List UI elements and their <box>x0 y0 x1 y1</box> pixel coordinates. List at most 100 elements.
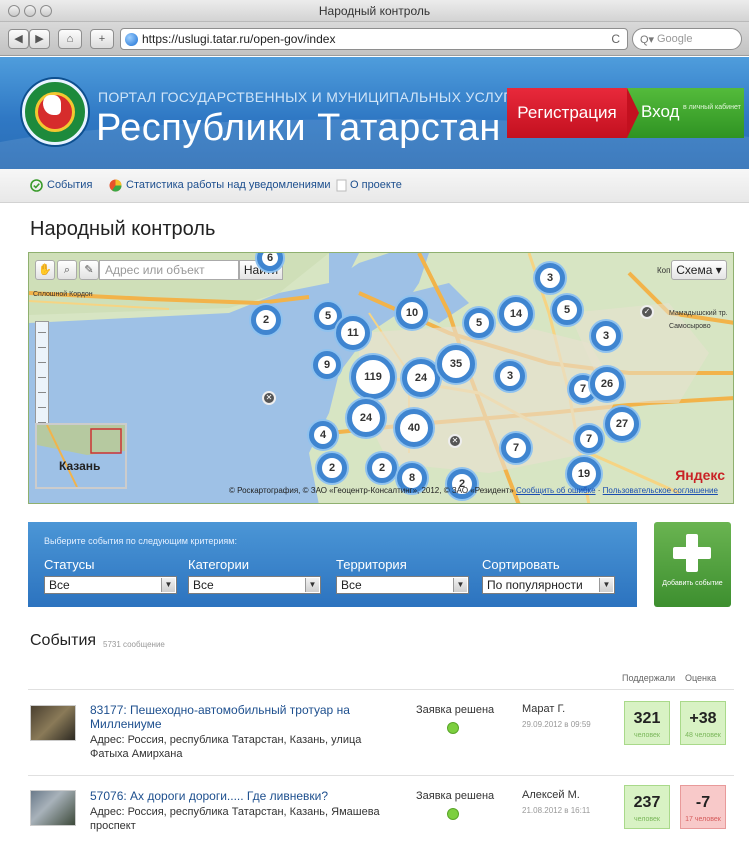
map-place-label: Сплошной Кордон <box>33 291 93 298</box>
add-event-button[interactable]: Добавить событие <box>654 522 731 607</box>
map-place-label: Самосырово <box>669 323 711 330</box>
home-button[interactable]: ⌂ <box>58 29 82 49</box>
report-error-link[interactable]: Сообщить об ошибке <box>516 486 596 495</box>
map-pin-icon[interactable]: ✓ <box>640 305 654 319</box>
filter-category-value: Все <box>193 578 214 592</box>
register-button[interactable]: Регистрация <box>507 88 627 138</box>
event-cluster[interactable]: 27 <box>605 407 639 441</box>
event-cluster[interactable]: 11 <box>336 316 370 350</box>
check-circle-icon <box>30 179 43 192</box>
hand-icon: ✋ <box>38 264 52 276</box>
filter-sort-label: Сортировать <box>482 557 560 572</box>
event-cluster[interactable]: 10 <box>396 297 428 329</box>
event-cluster[interactable]: 3 <box>591 321 621 351</box>
map-place-label: Мамадышский тр. <box>669 310 728 317</box>
support-count-label: человек <box>634 816 660 823</box>
tatarstan-emblem-logo[interactable] <box>22 79 88 145</box>
hand-tool-button[interactable]: ✋ <box>35 260 55 280</box>
event-title-link[interactable]: 57076: Ах дороги дороги..... Где ливневк… <box>90 789 380 803</box>
event-cluster[interactable]: 24 <box>347 399 385 437</box>
add-event-label: Добавить событие <box>662 580 723 587</box>
event-title-link[interactable]: 83177: Пешеходно-автомобильный тротуар н… <box>90 703 380 731</box>
add-bookmark-button[interactable]: + <box>90 29 114 49</box>
event-cluster[interactable]: 2 <box>251 305 281 335</box>
event-author[interactable]: Алексей М. <box>522 789 580 801</box>
rating-box[interactable]: -7 17 человек <box>680 785 726 829</box>
map-zoom-slider[interactable] <box>35 321 49 431</box>
event-author[interactable]: Марат Г. <box>522 703 565 715</box>
event-cluster[interactable]: 26 <box>590 367 624 401</box>
globe-icon <box>125 33 138 46</box>
event-cluster[interactable]: 5 <box>552 295 582 325</box>
magnifier-tool-button[interactable]: ⌕ <box>57 260 77 280</box>
filter-category-select[interactable]: Все ▼ <box>188 576 321 594</box>
filter-status-select[interactable]: Все ▼ <box>44 576 177 594</box>
login-button[interactable]: Вход в личный кабинет <box>627 88 744 138</box>
map-overview[interactable]: Казань <box>35 423 127 489</box>
filter-territory-value: Все <box>341 578 362 592</box>
section-nav: События Статистика работы над уведомлени… <box>0 169 749 203</box>
event-cluster[interactable]: 35 <box>437 345 475 383</box>
rating-votes: 48 человек <box>685 732 721 739</box>
map-search-input[interactable]: Адрес или объект <box>99 260 239 280</box>
event-cluster[interactable]: 2 <box>367 453 397 483</box>
event-cluster[interactable]: 3 <box>535 263 565 293</box>
event-thumbnail[interactable] <box>30 705 76 741</box>
event-cluster[interactable]: 40 <box>395 409 433 447</box>
events-count: 5731 сообщение <box>103 640 165 649</box>
event-cluster[interactable]: 2 <box>317 453 347 483</box>
forward-button[interactable]: ▶ <box>29 29 50 49</box>
event-cluster[interactable]: 5 <box>464 308 494 338</box>
register-arrow <box>627 88 639 138</box>
back-arrow-icon: ◀ <box>14 33 23 45</box>
filter-territory-label: Территория <box>336 557 407 572</box>
window-titlebar: Народный контроль <box>0 0 749 22</box>
event-cluster[interactable]: 9 <box>313 351 341 379</box>
event-address: Адрес: Россия, республика Татарстан, Каз… <box>90 734 362 760</box>
map-pin-icon[interactable]: ✕ <box>262 391 276 405</box>
ruler-tool-button[interactable]: ✎ <box>79 260 99 280</box>
event-cluster[interactable]: 4 <box>309 421 337 449</box>
event-cluster[interactable]: 7 <box>575 425 603 453</box>
nav-item-events[interactable]: События <box>47 179 92 191</box>
event-thumbnail[interactable] <box>30 790 76 826</box>
dropdown-arrow-icon: ▼ <box>161 578 175 592</box>
window-title: Народный контроль <box>318 4 431 18</box>
filter-sort-select[interactable]: По популярности ▼ <box>482 576 615 594</box>
map-scheme-button[interactable]: Схема ▾ <box>671 260 727 280</box>
filter-panel: Выберите события по следующим критериям:… <box>28 522 637 607</box>
map-place-label: Коп <box>657 266 671 275</box>
yandex-logo[interactable]: Яндекс <box>675 467 725 483</box>
event-cluster[interactable]: 7 <box>501 433 531 463</box>
rating-value: -7 <box>695 794 711 811</box>
search-field[interactable]: Q▾ Google <box>632 28 742 50</box>
magnifier-icon: ⌕ <box>63 264 71 276</box>
terms-link[interactable]: Пользовательское соглашение <box>603 486 718 495</box>
search-icon: Q▾ <box>640 34 655 46</box>
dropdown-arrow-icon: ▼ <box>305 578 319 592</box>
reload-button[interactable]: C <box>611 32 620 46</box>
event-date: 21.08.2012 в 16:11 <box>522 806 591 815</box>
dropdown-arrow-icon: ▼ <box>599 578 613 592</box>
filter-hint: Выберите события по следующим критериям: <box>44 536 237 546</box>
event-cluster[interactable]: 24 <box>402 359 440 397</box>
event-cluster[interactable]: 119 <box>351 355 395 399</box>
address-url: https://uslugi.tatar.ru/open-gov/index <box>142 32 336 46</box>
event-status: Заявка решена <box>416 704 495 716</box>
overview-city-label: Казань <box>59 459 101 473</box>
events-map[interactable]: ✋ ⌕ ✎ Адрес или объект Найти Схема ▾ Коп… <box>28 252 734 504</box>
event-cluster[interactable]: 3 <box>495 361 525 391</box>
support-count-box[interactable]: 237 человек <box>624 785 670 829</box>
event-cluster[interactable]: 14 <box>499 297 533 331</box>
filter-territory-select[interactable]: Все ▼ <box>336 576 469 594</box>
address-bar[interactable]: https://uslugi.tatar.ru/open-gov/index C <box>120 28 628 50</box>
rating-box[interactable]: +38 48 человек <box>680 701 726 745</box>
ruler-icon: ✎ <box>84 264 94 276</box>
nav-item-about[interactable]: О проекте <box>350 179 402 191</box>
map-pin-icon[interactable]: ✕ <box>448 434 462 448</box>
nav-item-statistics[interactable]: Статистика работы над уведомлениями <box>126 179 331 191</box>
back-button[interactable]: ◀ <box>8 29 29 49</box>
support-count: 321 <box>633 710 661 727</box>
search-placeholder: Google <box>657 33 693 45</box>
support-count-box[interactable]: 321 человек <box>624 701 670 745</box>
